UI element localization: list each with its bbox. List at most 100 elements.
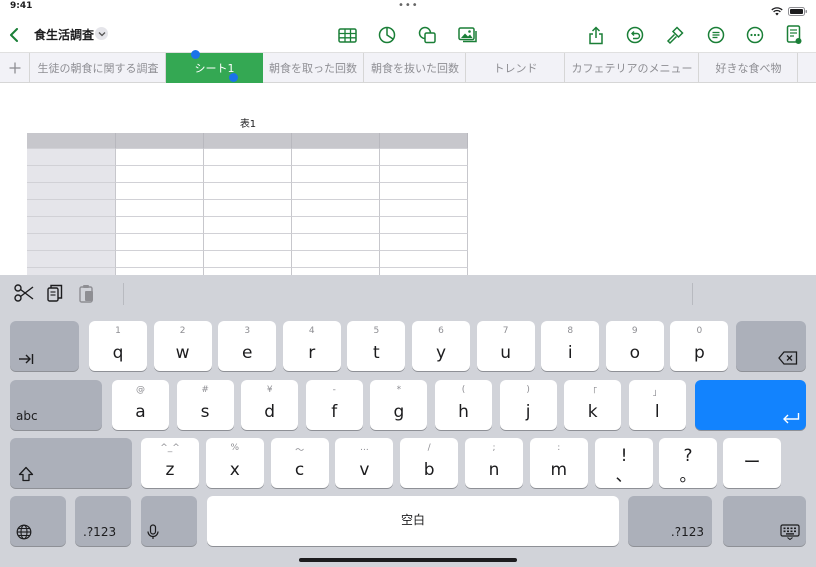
key-n[interactable]: ; n (465, 438, 523, 488)
key-j[interactable]: ) j (499, 380, 557, 430)
multitasking-dots[interactable]: ••• (398, 0, 419, 11)
cut-icon[interactable] (14, 284, 34, 306)
table-cell[interactable] (116, 166, 204, 183)
header-column-cell[interactable] (27, 268, 116, 275)
tab-sheet1[interactable]: シート1 (166, 53, 263, 83)
key-v[interactable]: ... v (335, 438, 394, 488)
key-g[interactable]: * g (370, 380, 428, 430)
table-cell[interactable] (380, 251, 468, 268)
table-cell[interactable] (380, 149, 468, 166)
table-cell[interactable] (204, 166, 292, 183)
key-q[interactable]: 1q (89, 321, 147, 371)
table-cell[interactable] (292, 251, 380, 268)
delete-key[interactable] (736, 321, 806, 371)
tab-breakfast-eaten-count[interactable]: 朝食を取った回数 (263, 53, 364, 83)
table-cell[interactable] (116, 251, 204, 268)
key-h[interactable]: (h (435, 380, 492, 430)
header-row-cell[interactable] (27, 133, 116, 149)
numbers-key-left[interactable]: .?123 (75, 496, 131, 546)
table-cell[interactable] (204, 217, 292, 234)
question-key[interactable]: ?。 (659, 438, 717, 488)
table-cell[interactable] (380, 166, 468, 183)
table-cell[interactable] (116, 234, 204, 251)
selection-handle-start[interactable] (191, 50, 200, 59)
header-column-cell[interactable] (27, 200, 116, 217)
globe-key[interactable] (10, 496, 66, 546)
key-k[interactable]: 「k (564, 380, 622, 430)
key-s[interactable]: # s (176, 380, 234, 430)
chart-icon[interactable] (375, 23, 399, 47)
shift-key[interactable] (10, 438, 132, 488)
header-column-cell[interactable] (27, 183, 116, 200)
table-cell[interactable] (204, 200, 292, 217)
table-cell[interactable] (292, 149, 380, 166)
paste-icon[interactable] (79, 284, 95, 307)
table-title[interactable]: 表1 (228, 115, 268, 130)
key-a[interactable]: @ a (112, 380, 169, 430)
header-column-cell[interactable] (27, 166, 116, 183)
chevron-down-icon[interactable] (95, 27, 108, 40)
key-x[interactable]: % x (205, 438, 264, 488)
table-cell[interactable] (116, 217, 204, 234)
key-c[interactable]: 〜 c (270, 438, 329, 488)
table-cell[interactable] (204, 268, 292, 275)
shapes-icon[interactable] (415, 23, 439, 47)
table-cell[interactable] (204, 183, 292, 200)
comments-icon[interactable] (704, 23, 728, 47)
table-cell[interactable] (292, 183, 380, 200)
exclamation-key[interactable]: !、 (595, 438, 653, 488)
key-b[interactable]: / b (400, 438, 459, 488)
key-i[interactable]: 8i (541, 321, 600, 371)
table-cell[interactable] (204, 251, 292, 268)
abc-key[interactable]: abc (10, 380, 102, 430)
table-cell[interactable] (116, 183, 204, 200)
table-cell[interactable] (380, 234, 468, 251)
document-title[interactable]: 食生活調査 (34, 26, 94, 43)
table-cell[interactable] (380, 217, 468, 234)
table-cell[interactable] (116, 200, 204, 217)
table-cell[interactable] (292, 200, 380, 217)
table-cell[interactable] (204, 149, 292, 166)
key-z[interactable]: ^_^ z (141, 438, 199, 488)
header-row-cell[interactable] (292, 133, 380, 149)
undo-icon[interactable] (623, 23, 647, 47)
spreadsheet-table[interactable] (27, 133, 468, 275)
table-cell[interactable] (292, 166, 380, 183)
more-icon[interactable] (743, 23, 767, 47)
key-p[interactable]: 0p (670, 321, 729, 371)
document-settings-icon[interactable] (782, 23, 806, 47)
tab-breakfast-skipped-count[interactable]: 朝食を抜いた回数 (365, 53, 466, 83)
tab-cafeteria-menu[interactable]: カフェテリアのメニュー (566, 53, 699, 83)
key-y[interactable]: 6y (412, 321, 470, 371)
header-column-cell[interactable] (27, 149, 116, 166)
header-column-cell[interactable] (27, 217, 116, 234)
table-cell[interactable] (380, 183, 468, 200)
key-l[interactable]: 」 l (628, 380, 686, 430)
header-column-cell[interactable] (27, 234, 116, 251)
back-icon[interactable] (2, 23, 26, 47)
numbers-key-right[interactable]: .?123 (628, 496, 712, 546)
return-key[interactable] (695, 380, 806, 430)
selection-handle-end[interactable] (229, 73, 238, 82)
key-m[interactable]: :m (529, 438, 588, 488)
tab-overflow[interactable] (799, 53, 816, 83)
table-icon[interactable] (335, 23, 359, 47)
key-r[interactable]: 4r (282, 321, 341, 371)
copy-icon[interactable] (47, 284, 63, 307)
space-key[interactable]: 空白 (207, 496, 619, 546)
tab-key[interactable] (10, 321, 79, 371)
key-u[interactable]: 7u (476, 321, 535, 371)
table-cell[interactable] (292, 268, 380, 275)
header-row-cell[interactable] (380, 133, 468, 149)
hide-keyboard-key[interactable] (723, 496, 806, 546)
dictation-key[interactable] (141, 496, 197, 546)
tab-student-breakfast-survey[interactable]: 生徒の朝食に関する調査 (31, 53, 166, 83)
header-column-cell[interactable] (27, 251, 116, 268)
key-f[interactable]: -f (305, 380, 363, 430)
plus-icon[interactable] (0, 53, 30, 83)
format-brush-icon[interactable] (663, 23, 687, 47)
key-o[interactable]: 9o (605, 321, 664, 371)
table-cell[interactable] (380, 268, 468, 275)
media-icon[interactable] (456, 23, 480, 47)
table-cell[interactable] (116, 149, 204, 166)
